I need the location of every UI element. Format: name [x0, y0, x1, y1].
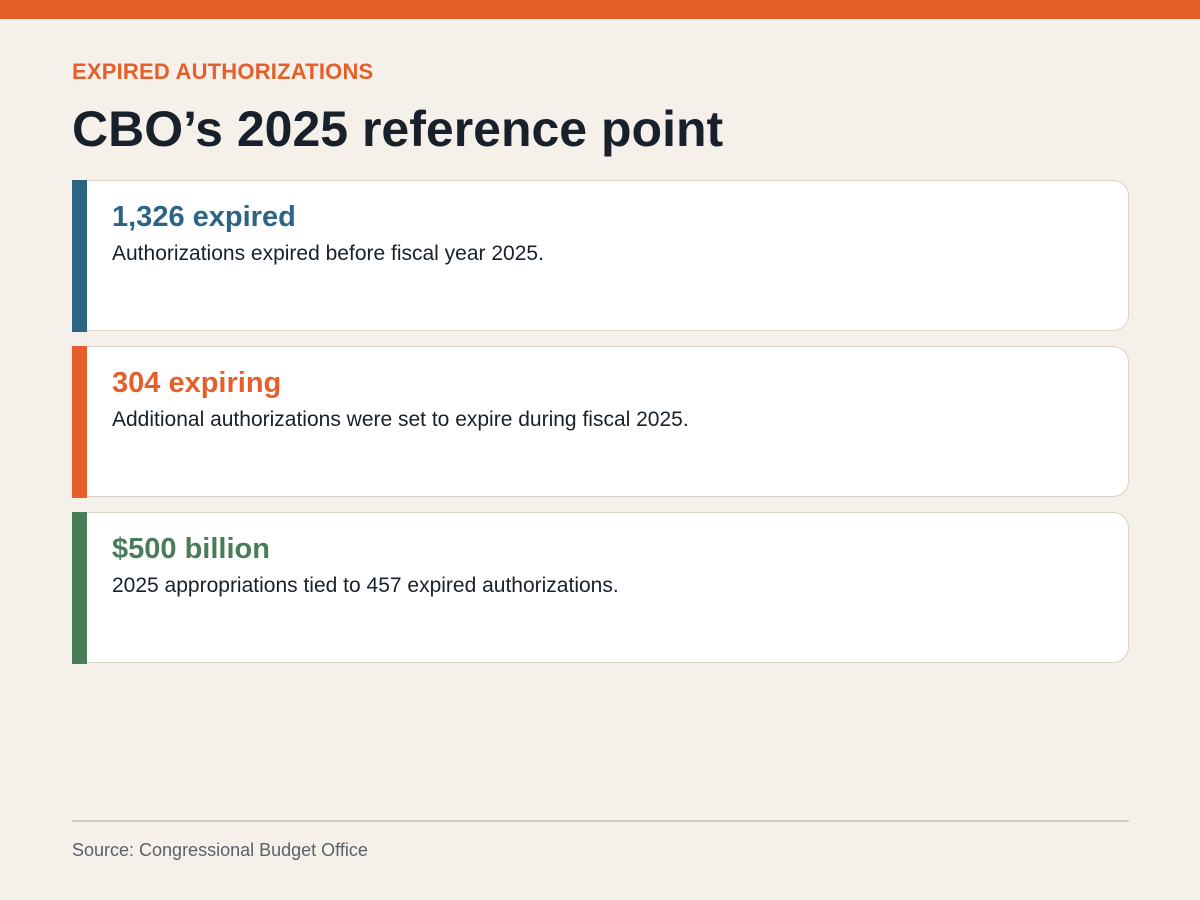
card-accent-bar — [72, 345, 87, 498]
card-description: 2025 appropriations tied to 457 expired … — [112, 574, 619, 597]
footer-divider — [72, 820, 1129, 822]
card-accent-bar — [72, 511, 87, 664]
stat-card-expired: 1,326 expired Authorizations expired bef… — [72, 179, 1129, 332]
eyebrow-label: EXPIRED AUTHORIZATIONS — [72, 59, 374, 84]
stat-card-expiring: 304 expiring Additional authorizations w… — [72, 345, 1129, 498]
card-headline: 1,326 expired — [112, 201, 296, 233]
top-accent-bar — [0, 0, 1200, 19]
page-title: CBO’s 2025 reference point — [72, 101, 724, 157]
card-headline: 304 expiring — [112, 367, 282, 399]
card-description: Additional authorizations were set to ex… — [112, 408, 689, 431]
stat-card-appropriations: $500 billion 2025 appropriations tied to… — [72, 511, 1129, 664]
source-note: Source: Congressional Budget Office — [72, 840, 368, 860]
stat-card-list: 1,326 expired Authorizations expired bef… — [72, 179, 1129, 678]
card-description: Authorizations expired before fiscal yea… — [112, 242, 544, 265]
card-headline: $500 billion — [112, 533, 270, 565]
card-accent-bar — [72, 179, 87, 332]
